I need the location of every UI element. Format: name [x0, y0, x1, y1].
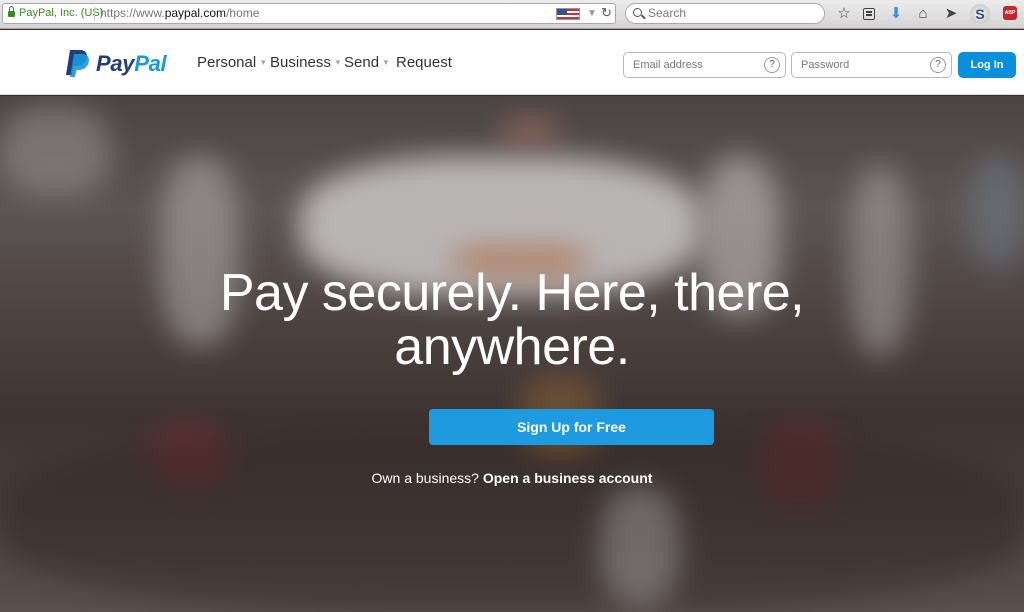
adblock-icon[interactable]: ABP	[1003, 6, 1017, 20]
skype-icon[interactable]: S	[970, 4, 990, 24]
nav-request-label: Request	[396, 54, 452, 71]
business-cta: Own a business? Open a business account	[0, 470, 1024, 486]
business-prompt: Own a business?	[371, 470, 479, 486]
paypal-mark-icon	[66, 50, 89, 77]
address-bar[interactable]: PayPal, Inc. (US) https://www.paypal.com…	[2, 3, 616, 24]
url-text[interactable]: https://www.paypal.com/home	[100, 4, 259, 23]
chevron-down-icon: ▼	[333, 58, 342, 67]
nav-request[interactable]: Request	[396, 54, 452, 71]
login-button[interactable]: Log In	[958, 52, 1016, 78]
email-help-icon[interactable]: ?	[764, 57, 780, 73]
nav-business[interactable]: Business ▼	[270, 54, 342, 71]
send-icon[interactable]: ➤	[942, 5, 960, 23]
logo-text-pal: Pal	[134, 51, 167, 76]
search-icon	[633, 8, 642, 17]
nav-personal[interactable]: Personal ▼	[197, 54, 267, 71]
hero-headline-line2: anywhere.	[394, 318, 630, 376]
reload-icon[interactable]: ↻	[601, 4, 612, 22]
nav-personal-label: Personal	[197, 54, 257, 71]
password-help-icon[interactable]: ?	[930, 57, 946, 73]
lock-icon	[8, 6, 15, 18]
download-icon[interactable]: ⬇	[887, 5, 905, 23]
hero-section: Pay securely. Here, there, anywhere. Sig…	[0, 96, 1024, 612]
url-domain: paypal.com	[164, 6, 227, 20]
chevron-down-icon: ▼	[382, 58, 390, 67]
us-flag-icon[interactable]	[556, 8, 580, 20]
paypal-wordmark: PayPal	[96, 51, 167, 77]
search-bar[interactable]: Search	[625, 3, 825, 24]
password-input[interactable]	[792, 53, 951, 77]
nav-send-label: Send	[344, 54, 380, 71]
site-identity[interactable]: PayPal, Inc. (US)	[19, 4, 103, 23]
url-path: /home	[226, 6, 260, 20]
password-field: ?	[791, 52, 952, 78]
url-dropdown-icon[interactable]: ▼	[587, 4, 597, 23]
email-input[interactable]	[624, 53, 785, 77]
hero-headline: Pay securely. Here, there, anywhere.	[0, 266, 1024, 374]
url-divider	[94, 7, 95, 21]
search-placeholder: Search	[648, 6, 687, 20]
open-business-account-link[interactable]: Open a business account	[483, 470, 653, 486]
nav-business-label: Business	[270, 54, 331, 71]
signup-button[interactable]: Sign Up for Free	[429, 409, 714, 445]
hero-headline-line1: Pay securely. Here, there,	[219, 264, 805, 322]
url-prefix: https://www.	[100, 6, 165, 20]
browser-toolbar: PayPal, Inc. (US) https://www.paypal.com…	[0, 0, 1024, 29]
site-header: PayPal Personal ▼ Business ▼ Send ▼ Request…	[0, 30, 1024, 95]
email-field: ?	[623, 52, 786, 78]
home-icon[interactable]: ⌂	[914, 5, 932, 23]
chevron-down-icon: ▼	[259, 58, 268, 67]
bookmark-star-icon[interactable]: ☆	[835, 5, 853, 23]
logo-text-pay: Pay	[96, 51, 135, 76]
nav-send[interactable]: Send ▼	[344, 54, 390, 71]
reading-list-icon[interactable]	[860, 5, 878, 23]
